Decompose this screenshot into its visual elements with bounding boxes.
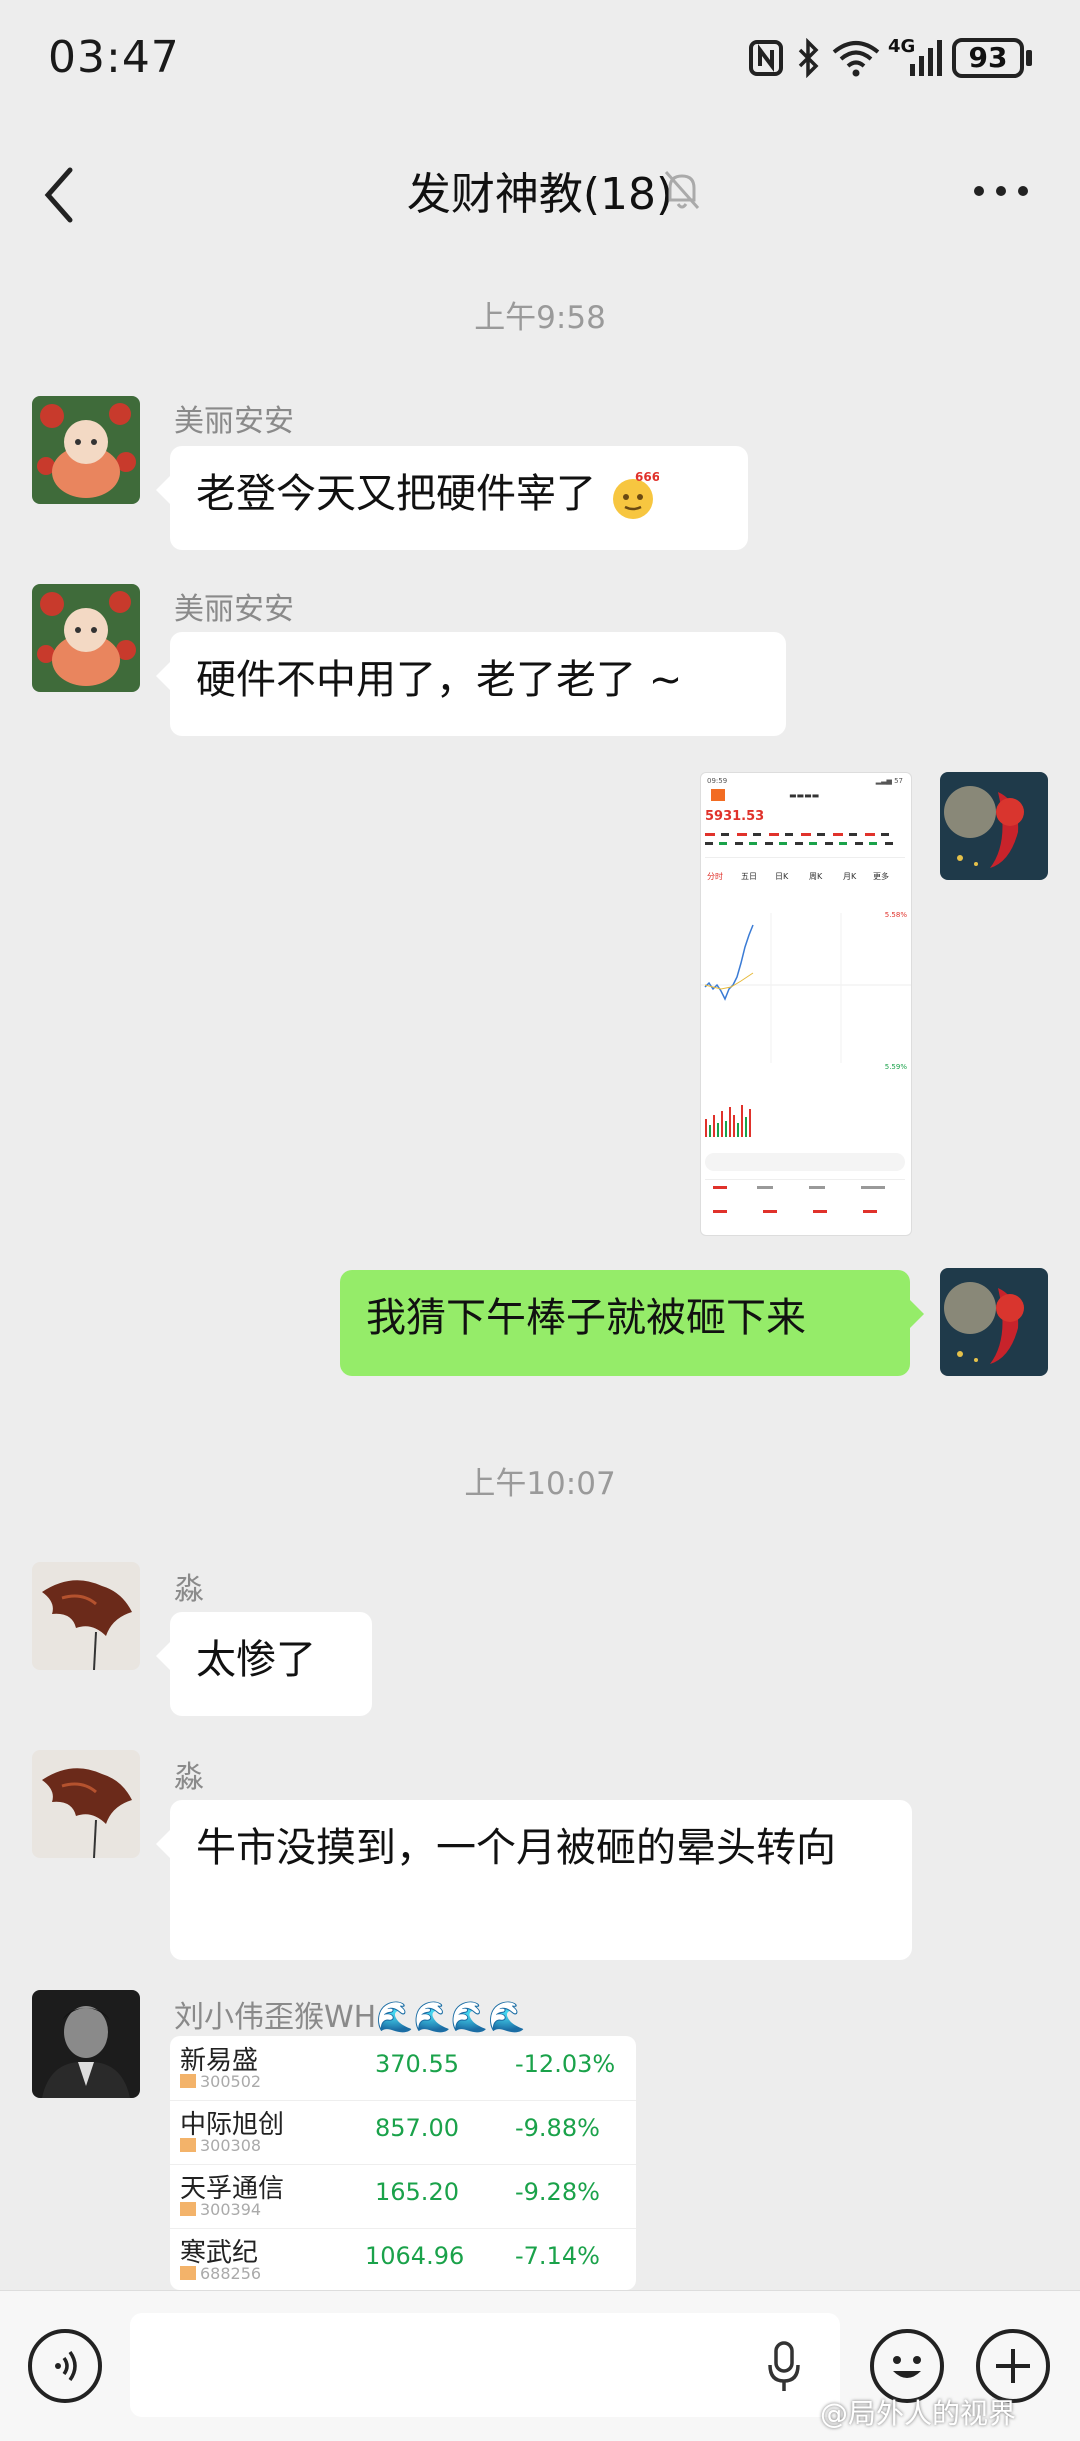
shot-low-pct: 5.59% <box>884 1063 907 1071</box>
avatar[interactable] <box>32 1990 140 2098</box>
stock-change: -9.88% <box>515 2114 600 2142</box>
stock-price: 1064.96 <box>365 2242 465 2270</box>
stock-code: 688256 <box>200 2264 262 2283</box>
emoji-icon <box>893 2356 921 2378</box>
stock-badge <box>180 2266 196 2280</box>
timestamp: 上午9:58 <box>474 300 606 336</box>
svg-text:666: 666 <box>635 471 659 484</box>
wifi-icon <box>832 41 880 77</box>
message-text: 太惨了 <box>196 1637 316 1683</box>
stock-chart-screenshot[interactable]: 09:59 ▂▃▅ 57 ▬▬▬▬ 5931.53 分时 五日 日K 周K 月K … <box>700 772 912 1236</box>
clock: 03:47 <box>48 32 180 83</box>
message-bubble[interactable]: 我猜下午棒子就被砸下来 <box>340 1270 924 1376</box>
shot-bottom-tabs <box>705 1179 905 1234</box>
avatar[interactable] <box>32 584 140 692</box>
sender-name: 刘小伟歪猴WH🌊🌊🌊🌊 <box>174 2000 526 2035</box>
stock-change: -9.28% <box>515 2178 600 2206</box>
shot-index-value: 5931.53 <box>705 809 765 824</box>
stock-change: -12.03% <box>515 2050 616 2078</box>
shot-title-icon: ▬▬▬▬ <box>789 791 820 800</box>
stock-code: 300394 <box>200 2200 262 2219</box>
stock-price: 857.00 <box>375 2114 459 2142</box>
sender-name: 淼 <box>174 1572 204 1607</box>
stock-code: 300308 <box>200 2136 262 2155</box>
stock-code: 300502 <box>200 2072 262 2091</box>
shot-logo-icon <box>711 789 725 801</box>
signal-icon <box>910 40 942 76</box>
timestamp: 上午10:07 <box>464 1466 616 1502</box>
stock-change: -7.14% <box>515 2242 600 2270</box>
sender-name: 淼 <box>174 1760 204 1795</box>
avatar[interactable] <box>32 396 140 504</box>
sender-name: 美丽安安 <box>174 592 294 627</box>
more-options-icon[interactable] <box>966 172 1036 212</box>
shot-quote-rows <box>705 829 905 858</box>
battery-indicator: 93 <box>952 38 1024 78</box>
my-avatar[interactable] <box>940 772 1048 880</box>
bluetooth-icon <box>798 38 819 78</box>
shot-volume-bars <box>705 1105 751 1137</box>
stock-badge <box>180 2202 196 2216</box>
shot-search-box <box>705 1153 905 1171</box>
stock-price: 370.55 <box>375 2050 459 2078</box>
message-bubble[interactable]: 硬件不中用了，老了老了 ~ <box>156 632 786 736</box>
stock-row: 天孚通信 300394 165.20 -9.28% <box>170 2164 636 2229</box>
shot-status: 09:59 ▂▃▅ 57 <box>707 777 903 785</box>
nfc-icon <box>749 40 783 76</box>
stock-badge <box>180 2138 196 2152</box>
stock-row: 新易盛 300502 370.55 -12.03% <box>170 2036 636 2101</box>
message-text: 硬件不中用了，老了老了 ~ <box>196 657 683 703</box>
shot-intraday-line <box>701 913 911 1063</box>
status-bar: 03:47 4G 93 <box>0 0 1080 120</box>
message-bubble[interactable]: 老登今天又把硬件宰了 666 <box>156 446 748 550</box>
emoji-666-icon: 666 <box>609 470 660 521</box>
battery-cap <box>1026 50 1032 66</box>
plus-icon <box>996 2349 1030 2383</box>
message-text: 我猜下午棒子就被砸下来 <box>366 1295 806 1341</box>
mute-bell-icon <box>664 171 700 209</box>
stock-list-image[interactable]: 新易盛 300502 370.55 -12.03% 中际旭创 300308 85… <box>170 2036 636 2290</box>
message-bubble[interactable]: 太惨了 <box>156 1612 372 1716</box>
stock-row: 中际旭创 300308 857.00 -9.88% <box>170 2100 636 2165</box>
message-text: 牛市没摸到，一个月被砸的晕头转向 <box>196 1825 836 1871</box>
stock-price: 165.20 <box>375 2178 459 2206</box>
watermark: @局外人的视界 <box>820 2397 1017 2430</box>
chat-header: 发财神教(18) <box>0 120 1080 250</box>
message-input[interactable] <box>130 2313 840 2417</box>
shot-period-tabs: 分时 五日 日K 周K 月K 更多 <box>707 872 889 881</box>
mic-icon[interactable] <box>764 2339 804 2395</box>
voice-mode-button[interactable] <box>28 2329 102 2403</box>
avatar[interactable] <box>32 1562 140 1670</box>
chat-title: 发财神教(18) <box>406 169 674 220</box>
stock-badge <box>180 2074 196 2088</box>
sender-name: 美丽安安 <box>174 404 294 439</box>
my-avatar[interactable] <box>940 1268 1048 1376</box>
avatar[interactable] <box>32 1750 140 1858</box>
stock-row: 寒武纪 688256 1064.96 -7.14% <box>170 2228 636 2290</box>
voice-icon <box>55 2350 77 2382</box>
message-text: 老登今天又把硬件宰了 <box>196 471 596 517</box>
message-bubble[interactable]: 牛市没摸到，一个月被砸的晕头转向 <box>156 1800 912 1960</box>
